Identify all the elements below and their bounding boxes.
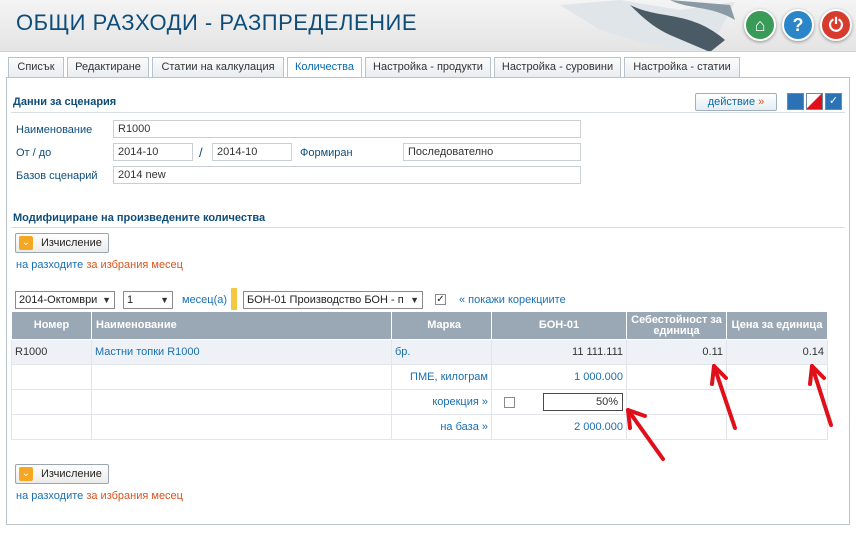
delete-icon[interactable]: [806, 93, 823, 110]
row-price: 0.14: [726, 339, 828, 365]
formed-field[interactable]: Последователно: [403, 143, 581, 161]
name-label: Наименование: [16, 124, 93, 136]
range-separator: /: [199, 145, 203, 160]
month-select[interactable]: 2014-Октомври ▼: [15, 291, 115, 309]
col-bon: БОН-01: [491, 311, 627, 340]
calculate-label: Изчисление: [41, 468, 102, 480]
quantities-table: Номер Наименование Марка БОН-01 Себестой…: [11, 311, 828, 440]
scenario-section-title: Данни за сценария: [13, 96, 117, 108]
months-count-select[interactable]: 1 ▼: [123, 291, 173, 309]
tab-calc-articles[interactable]: Статии на калкулация: [152, 57, 284, 77]
app-header: ОБЩИ РАЗХОДИ - РАЗПРЕДЕЛЕНИЕ ⌂ ? ⏻: [0, 0, 856, 52]
correction-link[interactable]: корекция »: [391, 389, 492, 415]
formed-label: Формиран: [300, 147, 353, 159]
name-field[interactable]: R1000: [113, 120, 581, 138]
tab-articles-settings[interactable]: Настройка - статии: [624, 57, 740, 77]
from-field[interactable]: 2014-10: [113, 143, 193, 161]
col-cost: Себестойност за единица: [626, 311, 727, 340]
print-icon[interactable]: [787, 93, 804, 110]
correction-cell: 50%: [491, 389, 627, 415]
power-icon[interactable]: ⏻: [820, 9, 852, 41]
tab-edit[interactable]: Редактиране: [67, 57, 149, 77]
table-row: R1000 Мастни топки R1000 бр. 11 111.111 …: [11, 339, 828, 365]
tab-materials-settings[interactable]: Настройка - суровини: [494, 57, 621, 77]
row-name-link[interactable]: Мастни топки R1000: [91, 339, 392, 365]
col-number: Номер: [11, 311, 92, 340]
divider: [11, 227, 845, 228]
row-bon: 11 111.111: [491, 339, 627, 365]
main-panel: Данни за сценария действие » ✓ Наименова…: [6, 77, 850, 525]
base-value: 2 000.000: [491, 414, 627, 440]
home-icon[interactable]: ⌂: [744, 9, 776, 41]
calculate-button[interactable]: ⌄ Изчисление: [15, 233, 109, 253]
show-corrections-checkbox[interactable]: ✓: [435, 294, 446, 305]
calc-note-bottom: на разходите за избрания месец: [16, 490, 183, 502]
table-header-row: Номер Наименование Марка БОН-01 Себестой…: [11, 311, 828, 340]
to-field[interactable]: 2014-10: [212, 143, 292, 161]
base-scenario-field[interactable]: 2014 new: [113, 166, 581, 184]
production-select[interactable]: БОН-01 Производство БОН - п ▼: [243, 291, 423, 309]
confirm-icon[interactable]: ✓: [825, 93, 842, 110]
table-row: корекция » 50%: [11, 389, 828, 415]
row-number: R1000: [11, 339, 92, 365]
row-cost: 0.11: [626, 339, 727, 365]
row-mark: бр.: [391, 339, 492, 365]
calculate-button-bottom[interactable]: ⌄ Изчисление: [15, 464, 109, 484]
tab-products-settings[interactable]: Настройка - продукти: [365, 57, 491, 77]
calc-note: на разходите за избрания месец: [16, 259, 183, 271]
col-price: Цена за единица: [726, 311, 828, 340]
correction-checkbox[interactable]: [504, 396, 515, 408]
base-link[interactable]: на база »: [391, 414, 492, 440]
pme-value: 1 000.000: [491, 364, 627, 390]
table-row: на база » 2 000.000: [11, 414, 828, 440]
base-scenario-label: Базов сценарий: [16, 170, 98, 182]
table-row: ПМЕ, килограм 1 000.000: [11, 364, 828, 390]
tab-list[interactable]: Списък: [8, 57, 64, 77]
months-label: месец(а): [182, 294, 228, 306]
pme-label: ПМЕ, килограм: [391, 364, 492, 390]
correction-input[interactable]: 50%: [543, 393, 623, 411]
divider: [11, 112, 845, 113]
chevron-down-icon: ⌄: [19, 236, 33, 250]
chevron-down-icon: ⌄: [19, 467, 33, 481]
col-mark: Марка: [391, 311, 492, 340]
help-icon[interactable]: ?: [782, 9, 814, 41]
action-button[interactable]: действие »: [695, 93, 777, 111]
bird-graphic: [560, 0, 735, 51]
page-title: ОБЩИ РАЗХОДИ - РАЗПРЕДЕЛЕНИЕ: [16, 10, 417, 35]
calculate-label: Изчисление: [41, 237, 102, 249]
col-name: Наименование: [91, 311, 392, 340]
tab-quantities[interactable]: Количества: [287, 57, 362, 78]
marker-bar: [231, 288, 237, 310]
show-corrections-label[interactable]: « покажи корекциите: [459, 294, 566, 306]
modify-section-title: Модифициране на произведените количества: [13, 212, 266, 224]
from-to-label: От / до: [16, 147, 52, 159]
action-label: действие: [707, 96, 756, 108]
